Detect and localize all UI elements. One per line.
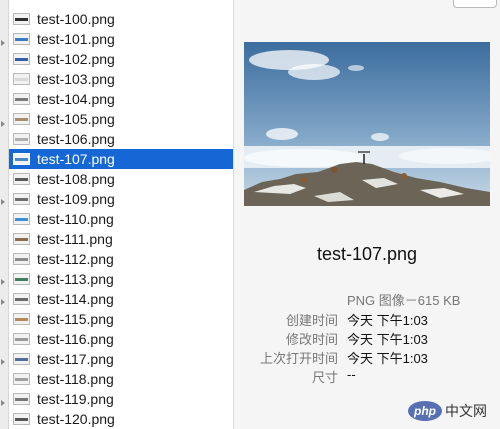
file-thumbnail-icon [13, 273, 30, 285]
file-name: test-111.png [37, 231, 113, 247]
file-thumbnail-icon [13, 153, 30, 165]
file-kind-size: PNG 图像－615 KB [347, 293, 461, 308]
disclosure-arrow-icon[interactable] [1, 400, 5, 406]
file-name: test-101.png [37, 31, 115, 47]
modified-value: 今天 下午1:03 [347, 332, 428, 347]
file-thumbnail-icon [13, 33, 30, 45]
file-name: test-110.png [37, 211, 114, 227]
file-name: test-117.png [37, 351, 114, 367]
toolbar-button[interactable] [453, 0, 497, 8]
file-list-item[interactable]: test-105.png [9, 109, 233, 129]
file-list-item[interactable]: test-100.png [9, 9, 233, 29]
file-list-item[interactable]: test-106.png [9, 129, 233, 149]
file-list[interactable]: test-100.png test-101.png test-102.png test… [9, 0, 234, 429]
file-list-item[interactable]: test-119.png [9, 389, 233, 409]
created-value: 今天 下午1:03 [347, 313, 428, 328]
sidebar-edge [0, 0, 9, 429]
file-thumbnail-icon [13, 253, 30, 265]
file-name: test-103.png [37, 71, 115, 87]
file-list-item[interactable]: test-111.png [9, 229, 233, 249]
file-list-item[interactable]: test-118.png [9, 369, 233, 389]
file-name: test-107.png [37, 151, 115, 167]
file-name: test-105.png [37, 111, 115, 127]
last-opened-value: 今天 下午1:03 [347, 351, 428, 366]
file-thumbnail-icon [13, 313, 30, 325]
dimensions-label: 尺寸 [311, 370, 338, 385]
file-list-item[interactable]: test-108.png [9, 169, 233, 189]
file-name: test-102.png [37, 51, 115, 67]
file-thumbnail-icon [13, 333, 30, 345]
preview-image [244, 42, 490, 206]
file-name: test-109.png [37, 191, 115, 207]
preview-file-name: test-107.png [316, 244, 418, 264]
file-name: test-116.png [37, 331, 114, 347]
created-label: 创建时间 [285, 313, 338, 328]
file-name: test-120.png [37, 411, 115, 427]
file-thumbnail-icon [13, 173, 30, 185]
last-opened-label: 上次打开时间 [259, 351, 338, 366]
modified-label: 修改时间 [285, 332, 338, 347]
watermark-text: 中文网 [445, 403, 487, 419]
file-name: test-113.png [37, 271, 114, 287]
file-list-item[interactable]: test-117.png [9, 349, 233, 369]
file-thumbnail-icon [13, 13, 30, 25]
file-thumbnail-icon [13, 373, 30, 385]
file-thumbnail-icon [13, 393, 30, 405]
file-list-item[interactable]: test-112.png [9, 249, 233, 269]
file-list-item[interactable]: test-113.png [9, 269, 233, 289]
file-list-item[interactable]: test-104.png [9, 89, 233, 109]
file-list-item[interactable]: test-110.png [9, 209, 233, 229]
disclosure-arrow-icon[interactable] [1, 40, 5, 46]
disclosure-arrow-icon[interactable] [1, 121, 5, 127]
file-thumbnail-icon [13, 53, 30, 65]
php-logo: php [408, 401, 442, 421]
file-list-item[interactable]: test-120.png [9, 409, 233, 429]
file-thumbnail-icon [13, 93, 30, 105]
file-thumbnail-icon [13, 193, 30, 205]
file-name: test-104.png [37, 91, 115, 107]
file-name: test-114.png [37, 291, 114, 307]
file-list-item[interactable]: test-103.png [9, 69, 233, 89]
file-name: test-112.png [37, 251, 114, 267]
file-name: test-115.png [37, 311, 114, 327]
file-list-item[interactable]: test-115.png [9, 309, 233, 329]
file-name: test-100.png [37, 11, 115, 27]
disclosure-arrow-icon[interactable] [1, 279, 5, 285]
file-list-item[interactable]: test-116.png [9, 329, 233, 349]
file-list-item[interactable]: test-102.png [9, 49, 233, 69]
disclosure-arrow-icon[interactable] [1, 299, 5, 305]
file-list-item[interactable]: test-107.png [9, 149, 233, 169]
file-thumbnail-icon [13, 113, 30, 125]
disclosure-arrow-icon[interactable] [1, 199, 5, 205]
dimensions-value: -- [347, 367, 356, 382]
file-list-item[interactable]: test-101.png [9, 29, 233, 49]
file-thumbnail-icon [13, 73, 30, 85]
site-watermark: php 中文网 [408, 401, 487, 421]
file-thumbnail-icon [13, 353, 30, 365]
file-name: test-106.png [37, 131, 115, 147]
file-name: test-119.png [37, 391, 114, 407]
file-name: test-108.png [37, 171, 115, 187]
file-thumbnail-icon [13, 133, 30, 145]
file-list-item[interactable]: test-109.png [9, 189, 233, 209]
file-thumbnail-icon [13, 233, 30, 245]
disclosure-arrow-icon[interactable] [1, 359, 5, 365]
file-list-item[interactable]: test-114.png [9, 289, 233, 309]
file-thumbnail-icon [13, 213, 30, 225]
file-thumbnail-icon [13, 413, 30, 425]
file-thumbnail-icon [13, 293, 30, 305]
file-name: test-118.png [37, 371, 114, 387]
